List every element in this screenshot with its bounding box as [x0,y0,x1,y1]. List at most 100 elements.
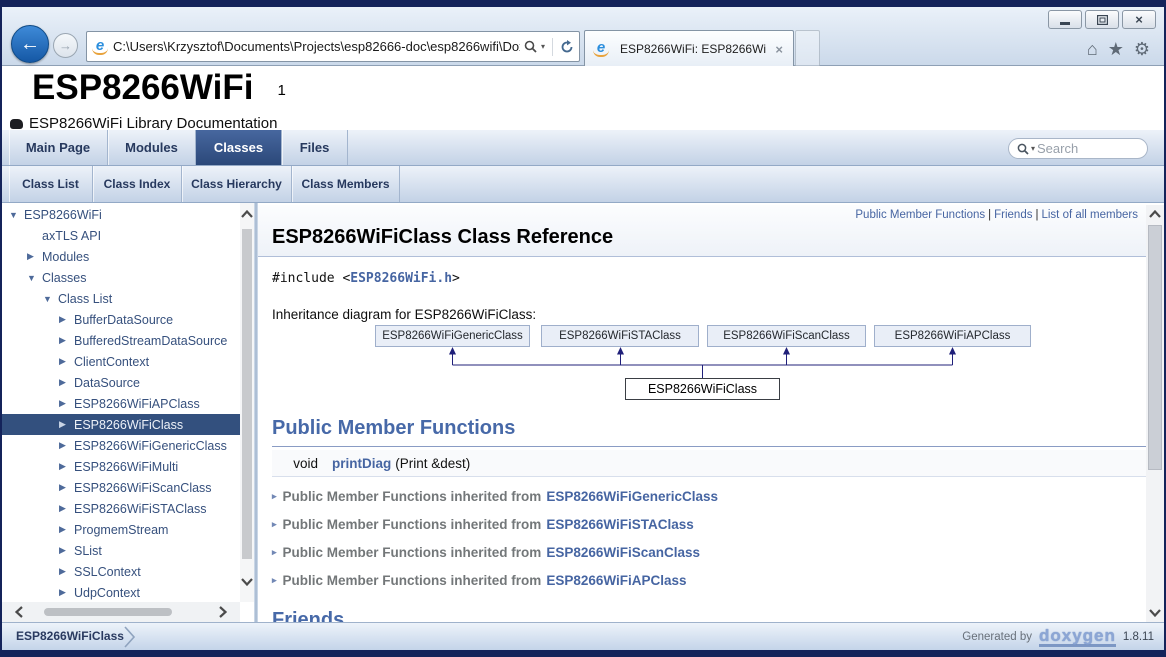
sidebar-item-esp8266wifiscanclass[interactable]: ▶ESP8266WiFiScanClass [2,477,240,498]
summary-link-public-member-functions[interactable]: Public Member Functions [855,209,985,221]
diagram-node-staclass[interactable]: ESP8266WiFiSTAClass [541,325,699,347]
tools-gear-icon[interactable]: ⚙ [1134,38,1150,60]
search-input[interactable] [1037,141,1139,156]
new-tab-button[interactable] [795,30,820,67]
tab-close-icon[interactable]: × [773,42,785,57]
sidebar-item-esp8266wifigenericclass[interactable]: ▶ESP8266WiFiGenericClass [2,435,240,456]
tab-classes[interactable]: Classes [196,130,282,165]
sidebar-item-sslcontext[interactable]: ▶SSLContext [2,561,240,582]
sidebar-item-classes[interactable]: ▼Classes [2,267,240,288]
sidebar-item-udpcontext[interactable]: ▶UdpContext [2,582,240,603]
scroll-up-button[interactable] [1146,205,1164,223]
sidebar-item-bufferedstreamdatasource[interactable]: ▶BufferedStreamDataSource [2,330,240,351]
tree-collapsed-icon[interactable]: ▶ [59,335,74,346]
inherited-class-link[interactable]: ESP8266WiFiSTAClass [546,517,693,532]
home-icon[interactable]: ⌂ [1087,38,1098,60]
close-button[interactable]: × [1122,10,1156,29]
tree-collapsed-icon[interactable]: ▶ [59,314,74,325]
scroll-right-button[interactable] [212,602,234,622]
main-nav-tabs: Main Page Modules Classes Files [2,130,1164,166]
favorites-star-icon[interactable]: ★ [1108,38,1124,60]
tree-expanded-icon[interactable]: ▼ [9,210,24,220]
diagram-node-scanclass[interactable]: ESP8266WiFiScanClass [707,325,866,347]
sidebar-item-esp8266wifistaclass[interactable]: ▶ESP8266WiFiSTAClass [2,498,240,519]
sidebar-item-bufferdatasource[interactable]: ▶BufferDataSource [2,309,240,330]
summary-link-friends[interactable]: Friends [994,209,1032,221]
chevron-up-icon [241,210,253,218]
sidebar-item-modules[interactable]: ▶Modules [2,246,240,267]
doxygen-logo[interactable]: doxygen [1039,628,1116,647]
tree-collapsed-icon[interactable]: ▶ [59,377,74,388]
tab-modules[interactable]: Modules [108,130,196,165]
tree-collapsed-icon[interactable]: ▶ [59,587,74,598]
address-input[interactable] [113,39,520,54]
tree-collapsed-icon[interactable]: ▶ [59,440,74,451]
inherited-class-link[interactable]: ESP8266WiFiGenericClass [546,489,718,504]
sidebar-item-progmemstream[interactable]: ▶ProgmemStream [2,519,240,540]
sidebar-item-datasource[interactable]: ▶DataSource [2,372,240,393]
sidebar-horizontal-scrollbar[interactable] [2,602,240,622]
tab-files[interactable]: Files [282,130,348,165]
inherited-section-staclass[interactable]: ▸ Public Member Functions inherited from… [272,513,694,535]
tab-class-members[interactable]: Class Members [292,166,400,202]
tab-class-hierarchy[interactable]: Class Hierarchy [182,166,292,202]
tree-collapsed-icon[interactable]: ▶ [59,545,74,556]
inherited-section-apclass[interactable]: ▸ Public Member Functions inherited from… [272,569,687,591]
breadcrumb[interactable]: ESP8266WiFiClass [16,623,124,650]
triangle-right-icon: ▸ [272,519,277,530]
back-button[interactable]: ← [11,25,49,63]
tab-class-index[interactable]: Class Index [93,166,182,202]
diagram-node-genericclass[interactable]: ESP8266WiFiGenericClass [375,325,530,347]
scrollbar-thumb[interactable] [44,608,172,616]
sidebar-item-esp8266wifimulti[interactable]: ▶ESP8266WiFiMulti [2,456,240,477]
inherited-class-link[interactable]: ESP8266WiFiAPClass [546,573,686,588]
scrollbar-thumb[interactable] [1148,225,1162,470]
scroll-left-button[interactable] [8,602,30,622]
tree-collapsed-icon[interactable]: ▶ [59,566,74,577]
tree-collapsed-icon[interactable]: ▶ [59,419,74,430]
diagram-node-apclass[interactable]: ESP8266WiFiAPClass [874,325,1031,347]
sidebar-item-label: axTLS API [42,229,101,243]
member-name-link[interactable]: printDiag [332,456,391,471]
scroll-down-button[interactable] [1146,604,1164,622]
tab-main-page[interactable]: Main Page [9,130,108,165]
browser-tab[interactable]: e ESP8266WiFi: ESP8266WiFi... × [584,30,794,67]
inherited-section-genericclass[interactable]: ▸ Public Member Functions inherited from… [272,485,718,507]
refresh-icon[interactable] [560,40,574,54]
forward-button[interactable]: → [53,33,78,58]
scroll-up-button[interactable] [240,205,254,223]
address-bar[interactable]: e ▾ [86,31,580,62]
sidebar-item-esp8266wificlass[interactable]: ▶ESP8266WiFiClass [2,414,240,435]
main-vertical-scrollbar[interactable] [1146,205,1164,622]
inherited-section-scanclass[interactable]: ▸ Public Member Functions inherited from… [272,541,700,563]
chevron-down-icon[interactable]: ▾ [541,42,545,51]
minimize-button[interactable] [1048,10,1082,29]
sidebar-item-axtls-api[interactable]: axTLS API [2,225,240,246]
tree-collapsed-icon[interactable]: ▶ [27,251,42,262]
tree-collapsed-icon[interactable]: ▶ [59,398,74,409]
include-file-link[interactable]: ESP8266WiFi.h [350,271,452,286]
tree-collapsed-icon[interactable]: ▶ [59,356,74,367]
tree-collapsed-icon[interactable]: ▶ [59,503,74,514]
tree-expanded-icon[interactable]: ▼ [27,273,42,283]
sidebar-item-clientcontext[interactable]: ▶ClientContext [2,351,240,372]
chevron-down-icon[interactable]: ▾ [1031,144,1035,153]
tree-collapsed-icon[interactable]: ▶ [59,461,74,472]
sidebar-item-esp8266wifi[interactable]: ▼ESP8266WiFi [2,204,240,225]
scrollbar-thumb[interactable] [242,229,252,559]
sidebar-vertical-scrollbar[interactable] [240,203,254,602]
sidebar-item-esp8266wifiapclass[interactable]: ▶ESP8266WiFiAPClass [2,393,240,414]
doc-search-box[interactable]: ▾ [1008,138,1148,159]
sidebar-item-slist[interactable]: ▶SList [2,540,240,561]
scroll-down-button[interactable] [240,573,254,591]
maximize-button[interactable] [1085,10,1119,29]
tree-expanded-icon[interactable]: ▼ [43,294,58,304]
chevron-up-icon [1149,210,1161,218]
sidebar-item-class-list[interactable]: ▼Class List [2,288,240,309]
tree-collapsed-icon[interactable]: ▶ [59,482,74,493]
tab-class-list[interactable]: Class List [9,166,93,202]
tree-collapsed-icon[interactable]: ▶ [59,524,74,535]
inherited-class-link[interactable]: ESP8266WiFiScanClass [546,545,700,560]
search-icon[interactable] [524,40,537,53]
summary-link-all-members[interactable]: List of all members [1041,209,1138,221]
